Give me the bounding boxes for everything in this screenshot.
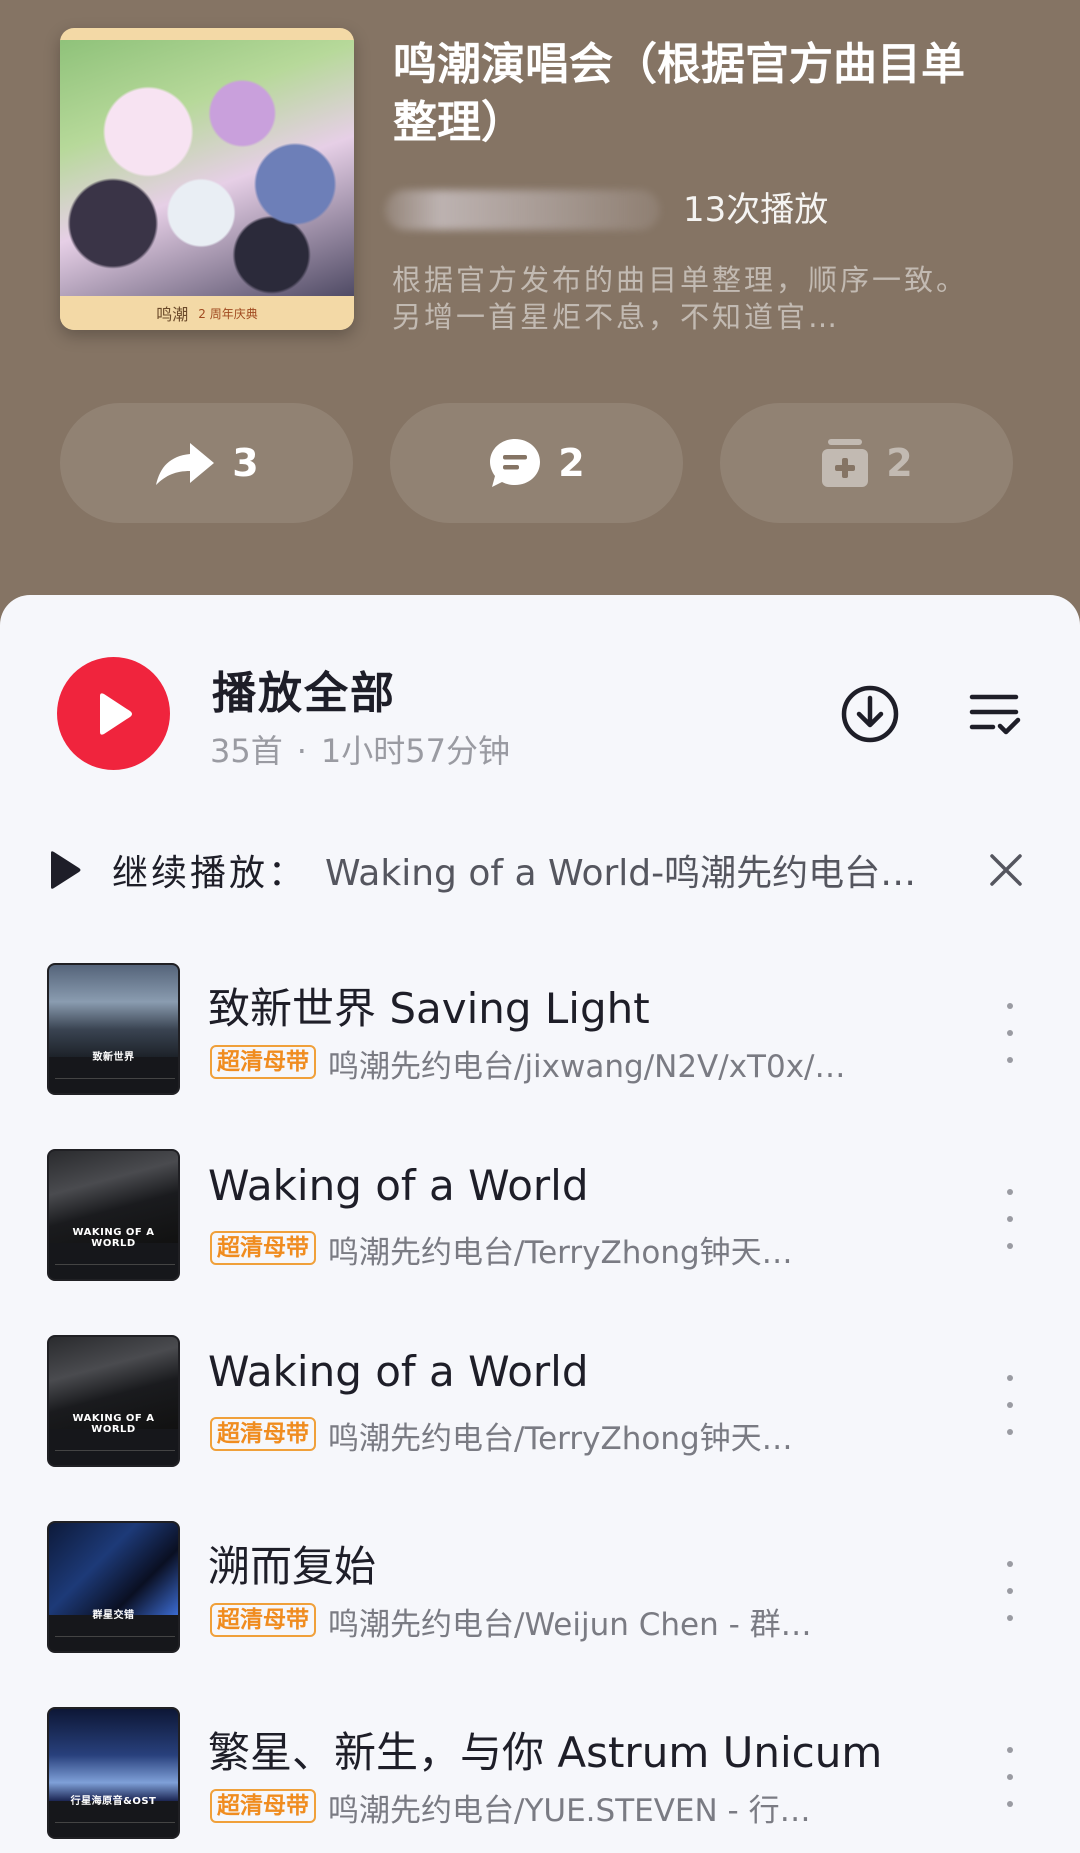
- total-duration: 1小时57分钟: [320, 732, 510, 770]
- meta-separator: ·: [296, 732, 307, 770]
- more-options-icon[interactable]: [1000, 1189, 1020, 1249]
- creator-name-blurred[interactable]: [385, 190, 660, 230]
- track-list: 致新世界 致新世界 Saving Light 超清母带 鸣潮先约电台/jixwa…: [0, 963, 1080, 1853]
- continue-label: 继续播放：: [112, 853, 308, 894]
- track-title: 溯而复始: [208, 1542, 377, 1591]
- resume-play-icon: [51, 851, 81, 889]
- track-artist: 鸣潮先约电台/TerryZhong钟天…: [328, 1421, 793, 1457]
- play-all-meta: 35首 · 1小时57分钟: [210, 726, 510, 772]
- more-options-icon[interactable]: [1000, 1561, 1020, 1621]
- track-title: 繁星、新生，与你 Astrum Unicum: [208, 1728, 883, 1777]
- comment-count: 2: [558, 441, 585, 485]
- more-options-icon[interactable]: [1000, 1747, 1020, 1807]
- list-check-icon: [969, 694, 1021, 735]
- close-icon[interactable]: [984, 848, 1028, 892]
- track-list-sheet: 播放全部 35首 · 1小时57分钟 继续播放： Waking of a World…: [0, 595, 1080, 1853]
- cover-image: [49, 1523, 178, 1616]
- cover-caption: 行星海原音&OST: [70, 1796, 157, 1807]
- quality-badge: 超清母带: [210, 1045, 316, 1079]
- track-row[interactable]: 群星交错 溯而复始 超清母带 鸣潮先约电台/Weijun Chen - 群…: [0, 1521, 1080, 1707]
- cover-caption: WAKING OF A WORLD: [72, 1413, 155, 1435]
- share-button[interactable]: 3: [60, 403, 353, 523]
- cover-footer: [55, 1078, 175, 1086]
- playlist-cover[interactable]: 鸣潮 2 周年庆典: [60, 28, 354, 330]
- track-cover: 群星交错: [47, 1521, 180, 1653]
- track-artist: 鸣潮先约电台/YUE.STEVEN - 行…: [328, 1793, 811, 1829]
- track-cover: WAKING OF A WORLD: [47, 1335, 180, 1467]
- track-row[interactable]: WAKING OF A WORLD Waking of a World 超清母带…: [0, 1335, 1080, 1521]
- collect-count: 2: [886, 441, 913, 485]
- track-count: 35首: [210, 732, 283, 770]
- more-options-icon[interactable]: [1000, 1375, 1020, 1435]
- cover-footer: [55, 1822, 175, 1830]
- share-icon: [156, 443, 215, 485]
- quality-badge: 超清母带: [210, 1603, 316, 1637]
- track-title: Waking of a World: [208, 1347, 589, 1396]
- play-icon: [99, 692, 132, 735]
- continue-playing-bar[interactable]: 继续播放： Waking of a World-鸣潮先约电台…: [48, 840, 1028, 900]
- cover-footer: [55, 1450, 175, 1458]
- multi-select-button[interactable]: [965, 680, 1025, 748]
- track-artist: 鸣潮先约电台/jixwang/N2V/xT0x/…: [328, 1049, 846, 1085]
- cover-footer: [55, 1636, 175, 1644]
- download-all-button[interactable]: [836, 680, 904, 748]
- track-row[interactable]: 致新世界 致新世界 Saving Light 超清母带 鸣潮先约电台/jixwa…: [0, 963, 1080, 1149]
- track-title: Waking of a World: [208, 1161, 589, 1210]
- collect-icon: [822, 439, 869, 487]
- quality-badge: 超清母带: [210, 1231, 316, 1265]
- download-icon: [841, 685, 899, 743]
- cover-artwork: [60, 40, 354, 302]
- track-cover: 行星海原音&OST: [47, 1707, 180, 1839]
- track-row[interactable]: WAKING OF A WORLD Waking of a World 超清母带…: [0, 1149, 1080, 1335]
- quality-badge: 超清母带: [210, 1789, 316, 1823]
- continue-track-name: Waking of a World-鸣潮先约电台…: [325, 853, 917, 894]
- track-title: 致新世界 Saving Light: [208, 984, 650, 1033]
- playlist-title: 鸣潮演唱会（根据官方曲目单整理）: [393, 39, 965, 148]
- play-all-button[interactable]: [57, 657, 170, 770]
- playlist-description[interactable]: 根据官方发布的曲目单整理，顺序一致。另增一首星炬不息，不知道官…: [392, 262, 992, 336]
- play-count: 13次播放: [683, 190, 829, 230]
- cover-caption: 致新世界: [92, 1052, 135, 1063]
- more-options-icon[interactable]: [1000, 1003, 1020, 1063]
- cover-caption: 群星交错: [92, 1610, 135, 1621]
- cover-caption: WAKING OF A WORLD: [72, 1227, 155, 1249]
- cover-brand-band: 鸣潮 2 周年庆典: [60, 296, 354, 330]
- cover-brand: 鸣潮: [156, 305, 189, 324]
- comment-icon: [490, 439, 541, 487]
- cover-footer: [55, 1264, 175, 1272]
- cover-sub: 2 周年庆典: [198, 306, 258, 321]
- collect-button[interactable]: 2: [720, 403, 1013, 523]
- share-count: 3: [232, 441, 259, 485]
- track-artist: 鸣潮先约电台/TerryZhong钟天…: [328, 1235, 793, 1271]
- track-row[interactable]: 行星海原音&OST 繁星、新生，与你 Astrum Unicum 超清母带 鸣潮…: [0, 1707, 1080, 1853]
- track-artist: 鸣潮先约电台/Weijun Chen - 群…: [328, 1607, 812, 1643]
- track-cover: WAKING OF A WORLD: [47, 1149, 180, 1281]
- cover-image: [49, 965, 178, 1058]
- quality-badge: 超清母带: [210, 1417, 316, 1451]
- track-cover: 致新世界: [47, 963, 180, 1095]
- play-all-label[interactable]: 播放全部: [212, 657, 396, 721]
- cover-image: [49, 1709, 178, 1802]
- comment-button[interactable]: 2: [390, 403, 683, 523]
